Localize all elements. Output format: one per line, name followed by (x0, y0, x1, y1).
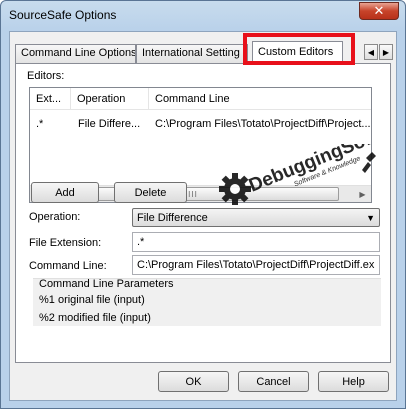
file-extension-field[interactable]: .* (132, 232, 380, 252)
column-header-operation[interactable]: Operation (71, 88, 149, 110)
command-line-parameters-group: Command Line Parameters %1 original file… (33, 278, 381, 326)
tab-scroll-right-button[interactable]: ▶ (379, 44, 393, 60)
param-item: %2 modified file (input) (39, 312, 151, 324)
close-icon: ✕ (373, 3, 385, 18)
dialog-client-area: Command Line Options International Setti… (9, 31, 397, 401)
dialog-window: SourceSafe Options ✕ Command Line Option… (0, 0, 406, 409)
params-title: Command Line Parameters (39, 278, 174, 290)
watermark-brand: DebuggingSoft (246, 144, 378, 197)
file-extension-label: File Extension: (29, 237, 102, 249)
button-label: OK (185, 375, 202, 388)
tab-label: Command Line Options (21, 47, 136, 59)
operation-value: File Difference (137, 212, 208, 224)
add-button[interactable]: Add (31, 182, 99, 203)
cell-command-line: C:\Program Files\Totato\ProjectDiff\Proj… (155, 118, 371, 130)
list-item[interactable]: .* File Differe... C:\Program Files\Tota… (30, 114, 371, 134)
editors-label: Editors: (27, 70, 65, 82)
column-header-label: Ext... (36, 93, 62, 105)
command-line-value: C:\Program Files\Totato\ProjectDiff\Proj… (137, 259, 375, 271)
title-bar[interactable]: SourceSafe Options ✕ (1, 1, 405, 29)
column-header-command-line[interactable]: Command Line (149, 88, 371, 110)
close-button[interactable]: ✕ (359, 2, 399, 20)
chevron-left-icon: ◀ (367, 47, 375, 57)
grip-icon: III (188, 189, 198, 199)
button-label: Cancel (256, 375, 291, 388)
param-item: %1 original file (input) (39, 294, 145, 306)
editors-list-header: Ext... Operation Command Line (30, 88, 371, 110)
cell-ext: .* (36, 118, 44, 130)
cell-operation: File Differe... (78, 118, 141, 130)
button-label: Add (55, 186, 75, 199)
chevron-down-icon: ▼ (366, 213, 375, 223)
command-line-field[interactable]: C:\Program Files\Totato\ProjectDiff\Proj… (132, 255, 380, 275)
highlight-annotation-box (243, 33, 355, 65)
button-label: Help (342, 375, 365, 388)
window-title: SourceSafe Options (9, 8, 117, 22)
tab-label: International Setting (142, 47, 240, 59)
tab-command-line-options[interactable]: Command Line Options (15, 44, 136, 63)
delete-button[interactable]: Delete (114, 182, 187, 203)
operation-label: Operation: (29, 211, 81, 223)
column-header-label: Operation (77, 93, 126, 105)
debuggingsoft-watermark-logo: DebuggingSoft Software & Knowledge (219, 144, 378, 205)
tab-international-setting[interactable]: International Setting (136, 44, 248, 63)
help-button[interactable]: Help (318, 371, 389, 392)
command-line-label: Command Line: (29, 260, 107, 272)
column-header-ext[interactable]: Ext... (30, 88, 71, 110)
button-label: Delete (134, 186, 167, 199)
ok-button[interactable]: OK (158, 371, 229, 392)
column-header-label: Command Line (155, 93, 230, 105)
cancel-button[interactable]: Cancel (238, 371, 309, 392)
file-extension-value: .* (137, 236, 145, 248)
chevron-right-icon: ▶ (382, 47, 390, 57)
tab-scroll-left-button[interactable]: ◀ (364, 44, 378, 60)
